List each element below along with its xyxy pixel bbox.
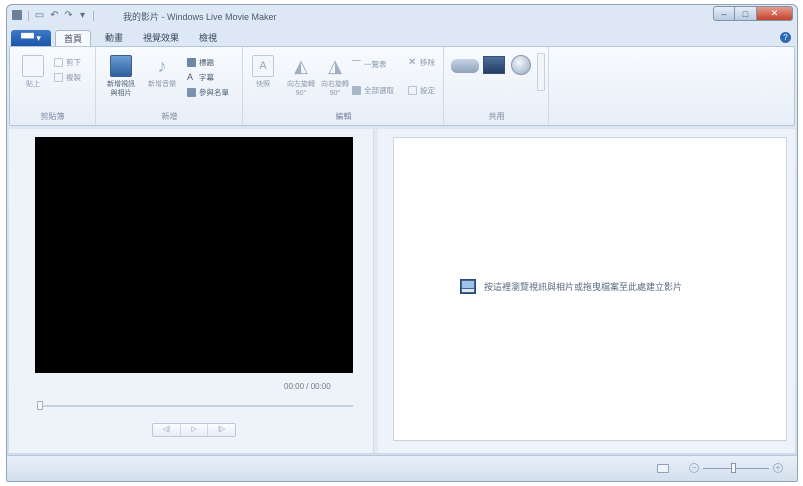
add-videos-photos-button[interactable]: 新增視訊 與相片 xyxy=(101,55,141,98)
paste-label: 貼上 xyxy=(26,81,40,88)
credits-label: 參與名單 xyxy=(199,88,229,97)
split-label: 一覽表 xyxy=(364,60,387,69)
select-all-label: 全部選取 xyxy=(364,86,394,95)
select-all-icon xyxy=(352,86,361,95)
qat-separator xyxy=(93,11,94,21)
tab-view[interactable]: 檢視 xyxy=(191,30,225,46)
caption-buttons: – □ ✕ xyxy=(713,6,793,22)
time-display: 00:00 / 00:00 xyxy=(284,382,331,391)
rotate-right-label: 向右旋轉 90° xyxy=(321,81,349,97)
cut-button[interactable]: 剪下 xyxy=(54,57,81,68)
aspect-ratio-icon[interactable] xyxy=(657,464,669,473)
title-label: 標題 xyxy=(199,58,214,67)
editing-group-label: 編輯 xyxy=(335,112,352,121)
title-icon xyxy=(187,58,196,67)
set-default-label: 設定 xyxy=(420,86,435,95)
file-menu-button[interactable]: ▀▀ ▾ xyxy=(11,30,51,46)
redo-icon[interactable]: ↷ xyxy=(63,10,74,21)
qat-separator xyxy=(28,11,29,21)
title-button[interactable]: 標題 xyxy=(187,57,214,68)
copy-icon xyxy=(54,73,63,82)
app-window: ▭ ↶ ↷ ▾ 我的影片 - Windows Live Movie Maker … xyxy=(6,4,798,482)
rotate-left-label: 向左旋轉 90° xyxy=(287,81,315,97)
snapshot-label: 快照 xyxy=(256,81,270,88)
snapshot-icon: A xyxy=(252,55,274,77)
cut-label: 剪下 xyxy=(66,58,81,67)
rotate-left-icon: ◭ xyxy=(294,56,308,76)
set-default-icon xyxy=(408,86,417,95)
rotate-right-button[interactable]: ◮ 向右旋轉 90° xyxy=(318,55,352,98)
copy-button[interactable]: 複製 xyxy=(54,72,81,83)
pane-splitter[interactable] xyxy=(373,129,378,453)
rotate-left-button[interactable]: ◭ 向左旋轉 90° xyxy=(284,55,318,98)
split-icon xyxy=(352,60,361,69)
clipboard-group: 貼上 剪下 複製 剪貼簿 xyxy=(10,47,96,125)
status-bar: − + xyxy=(7,455,797,481)
add-group-label: 新增 xyxy=(161,112,178,121)
snapshot-button[interactable]: A 快照 xyxy=(248,55,278,89)
credits-button[interactable]: 參與名單 xyxy=(187,87,229,98)
ribbon: 貼上 剪下 複製 剪貼簿 新增視訊 與相片 ♪ 新增音樂 標題 A 字幕 參與名… xyxy=(9,46,795,126)
clipboard-group-label: 剪貼簿 xyxy=(40,112,65,121)
maximize-button[interactable]: □ xyxy=(735,6,757,21)
music-note-icon: ♪ xyxy=(157,56,167,76)
zoom-in-button[interactable]: + xyxy=(773,463,783,473)
rotate-right-icon: ◮ xyxy=(328,56,342,76)
paste-icon xyxy=(22,55,44,77)
close-button[interactable]: ✕ xyxy=(757,6,793,21)
copy-label: 複製 xyxy=(66,73,81,82)
zoom-out-button[interactable]: − xyxy=(689,463,699,473)
video-preview-screen[interactable] xyxy=(35,137,353,373)
tab-visual-effects[interactable]: 視覺效果 xyxy=(135,30,187,46)
zoom-slider-thumb[interactable] xyxy=(731,463,736,473)
next-frame-button[interactable]: |▷ xyxy=(207,424,235,436)
save-icon[interactable]: ▭ xyxy=(34,10,45,21)
ribbon-tabs: ▀▀ ▾ 首頁 動畫 視覺效果 檢視 ? xyxy=(7,28,797,46)
select-all-button[interactable]: 全部選取 xyxy=(352,85,394,96)
tab-animations[interactable]: 動畫 xyxy=(97,30,131,46)
play-button[interactable]: ▷ xyxy=(179,424,208,436)
add-group: 新增視訊 與相片 ♪ 新增音樂 標題 A 字幕 參與名單 新增 xyxy=(97,47,243,125)
empty-storyboard-hint[interactable]: 按這裡瀏覽視訊與相片或拖曳檔案至此處建立影片 xyxy=(460,279,682,294)
main-area: 00:00 / 00:00 ◁| ▷ |▷ 按這裡瀏覽視訊與相片或拖曳檔案至此處… xyxy=(9,129,795,453)
share-group: 共用 xyxy=(445,47,549,125)
seek-bar[interactable] xyxy=(37,405,353,407)
scissors-icon xyxy=(54,58,63,67)
disc-burn-icon[interactable] xyxy=(511,55,531,75)
minimize-button[interactable]: – xyxy=(713,6,735,21)
monitor-share-icon[interactable] xyxy=(483,56,505,74)
credits-icon xyxy=(187,88,196,97)
previous-frame-button[interactable]: ◁| xyxy=(153,424,180,436)
caption-button[interactable]: A 字幕 xyxy=(187,72,214,83)
caption-label: 字幕 xyxy=(199,73,214,82)
split-button[interactable]: 一覽表 xyxy=(352,59,387,70)
editing-group: A 快照 ◭ 向左旋轉 90° ◮ 向右旋轉 90° 一覽表 全部選取 ✕ 移除 xyxy=(244,47,444,125)
window-title: 我的影片 - Windows Live Movie Maker xyxy=(123,12,277,22)
add-videos-photos-label: 新增視訊 與相片 xyxy=(107,81,135,97)
remove-button[interactable]: ✕ 移除 xyxy=(408,57,435,68)
usb-drive-icon[interactable] xyxy=(451,59,479,73)
set-default-button[interactable]: 設定 xyxy=(408,85,435,96)
app-icon[interactable] xyxy=(12,10,22,20)
caption-icon: A xyxy=(187,72,194,82)
remove-x-icon: ✕ xyxy=(408,57,417,68)
storyboard-pane[interactable]: 按這裡瀏覽視訊與相片或拖曳檔案至此處建立影片 xyxy=(393,137,787,441)
customize-qat-icon[interactable]: ▾ xyxy=(77,10,88,21)
film-photo-icon xyxy=(110,55,132,77)
tab-home[interactable]: 首頁 xyxy=(55,30,92,46)
playback-controls: ◁| ▷ |▷ xyxy=(152,423,236,437)
add-media-icon xyxy=(460,279,476,294)
share-group-label: 共用 xyxy=(488,112,505,121)
paste-button[interactable]: 貼上 xyxy=(16,55,50,89)
add-music-button[interactable]: ♪ 新增音樂 xyxy=(143,55,181,89)
empty-storyboard-text[interactable]: 按這裡瀏覽視訊與相片或拖曳檔案至此處建立影片 xyxy=(484,280,682,293)
remove-label: 移除 xyxy=(420,58,435,67)
undo-icon[interactable]: ↶ xyxy=(49,10,60,21)
help-icon[interactable]: ? xyxy=(780,32,791,43)
share-gallery-scroll[interactable] xyxy=(537,53,545,91)
zoom-slider-track[interactable] xyxy=(703,468,769,469)
add-music-label: 新增音樂 xyxy=(148,81,176,88)
seek-thumb[interactable] xyxy=(37,401,43,410)
title-bar: ▭ ↶ ↷ ▾ 我的影片 - Windows Live Movie Maker … xyxy=(7,5,797,27)
